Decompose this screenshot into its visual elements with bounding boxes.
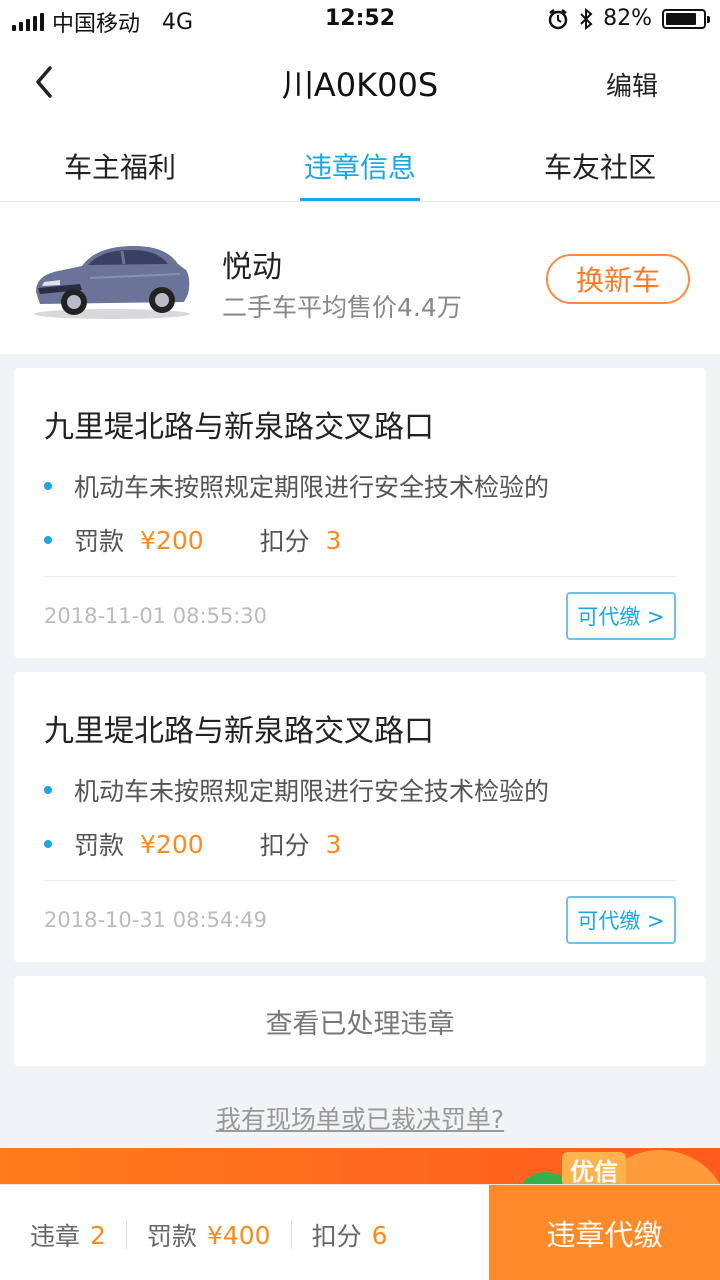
- violation-fine-row: 罚款 ¥200 扣分 3: [44, 826, 342, 862]
- violation-card[interactable]: 九里堤北路与新泉路交叉路口 机动车未按照规定期限进行安全技术检验的 罚款 ¥20…: [14, 672, 706, 962]
- violation-card[interactable]: 九里堤北路与新泉路交叉路口 机动车未按照规定期限进行安全技术检验的 罚款 ¥20…: [14, 368, 706, 658]
- bullet-icon: [44, 482, 52, 490]
- tab-bar: 车主福利 违章信息 车友社区: [0, 124, 720, 202]
- bullet-icon: [44, 840, 52, 848]
- nav-bar: 川A0K00S 编辑: [0, 40, 720, 124]
- active-tab-indicator: [300, 198, 420, 201]
- battery-icon: [662, 8, 710, 29]
- status-right: 82%: [547, 6, 710, 31]
- violation-time: 2018-10-31 08:54:49: [44, 908, 268, 932]
- violation-description-row: 机动车未按照规定期限进行安全技术检验的: [44, 468, 549, 504]
- separator: [125, 1221, 127, 1249]
- violation-description: 机动车未按照规定期限进行安全技术检验的: [74, 473, 550, 502]
- points-value: 3: [325, 829, 342, 859]
- pay-violation-button[interactable]: 可代缴 >: [566, 896, 676, 944]
- bluetooth-icon: [580, 7, 593, 30]
- tab-community[interactable]: 车友社区: [480, 146, 720, 186]
- view-handled-violations-button[interactable]: 查看已处理违章: [14, 976, 706, 1066]
- edit-button[interactable]: 编辑: [606, 66, 658, 103]
- violation-description-row: 机动车未按照规定期限进行安全技术检验的: [44, 772, 549, 808]
- bullet-icon: [44, 786, 52, 794]
- renew-car-button[interactable]: 换新车: [546, 254, 690, 304]
- bullet-icon: [44, 536, 52, 544]
- fine-total: ¥400: [206, 1220, 271, 1250]
- violation-time: 2018-11-01 08:55:30: [44, 604, 268, 628]
- violation-fine-row: 罚款 ¥200 扣分 3: [44, 522, 342, 558]
- fine-total-label: 罚款: [146, 1222, 197, 1251]
- violations-count: 2: [90, 1220, 106, 1250]
- fine-label: 罚款: [74, 527, 125, 556]
- fine-amount: ¥200: [140, 829, 204, 859]
- points-value: 3: [325, 525, 342, 555]
- divider: [44, 880, 676, 881]
- pay-violation-button[interactable]: 可代缴 >: [566, 592, 676, 640]
- pay-all-violations-button[interactable]: 违章代缴: [489, 1185, 720, 1280]
- points-total-label: 扣分: [311, 1222, 362, 1251]
- points-label: 扣分: [259, 831, 310, 860]
- onsite-ticket-link[interactable]: 我有现场单或已裁决罚单?: [0, 1100, 720, 1136]
- separator: [290, 1221, 292, 1249]
- divider: [44, 576, 676, 577]
- promo-banner[interactable]: 优信: [0, 1148, 720, 1188]
- points-label: 扣分: [259, 527, 310, 556]
- car-price-text: 二手车平均售价4.4万: [222, 293, 462, 322]
- alarm-icon: [548, 8, 568, 29]
- summary-stats: 违章 2 罚款 ¥400 扣分 6: [30, 1217, 387, 1253]
- violation-location: 九里堤北路与新泉路交叉路口: [44, 410, 434, 445]
- status-bar: 中国移动 4G 12:52 82%: [0, 0, 720, 40]
- car-image: [34, 246, 190, 319]
- violations-count-label: 违章: [30, 1222, 81, 1251]
- car-info-section: 悦动 二手车平均售价4.4万 换新车: [0, 202, 720, 354]
- violation-description: 机动车未按照规定期限进行安全技术检验的: [74, 777, 550, 806]
- tab-violation-info[interactable]: 违章信息: [240, 146, 480, 186]
- tab-owner-benefits[interactable]: 车主福利: [0, 146, 240, 186]
- battery-percent: 82%: [603, 6, 652, 31]
- bottom-bar: 违章 2 罚款 ¥400 扣分 6 违章代缴: [0, 1184, 720, 1280]
- points-total: 6: [371, 1220, 388, 1250]
- promo-logo: 优信: [562, 1152, 626, 1187]
- violation-location: 九里堤北路与新泉路交叉路口: [44, 714, 434, 749]
- fine-label: 罚款: [74, 831, 125, 860]
- fine-amount: ¥200: [140, 525, 204, 555]
- car-model-name: 悦动: [222, 250, 282, 285]
